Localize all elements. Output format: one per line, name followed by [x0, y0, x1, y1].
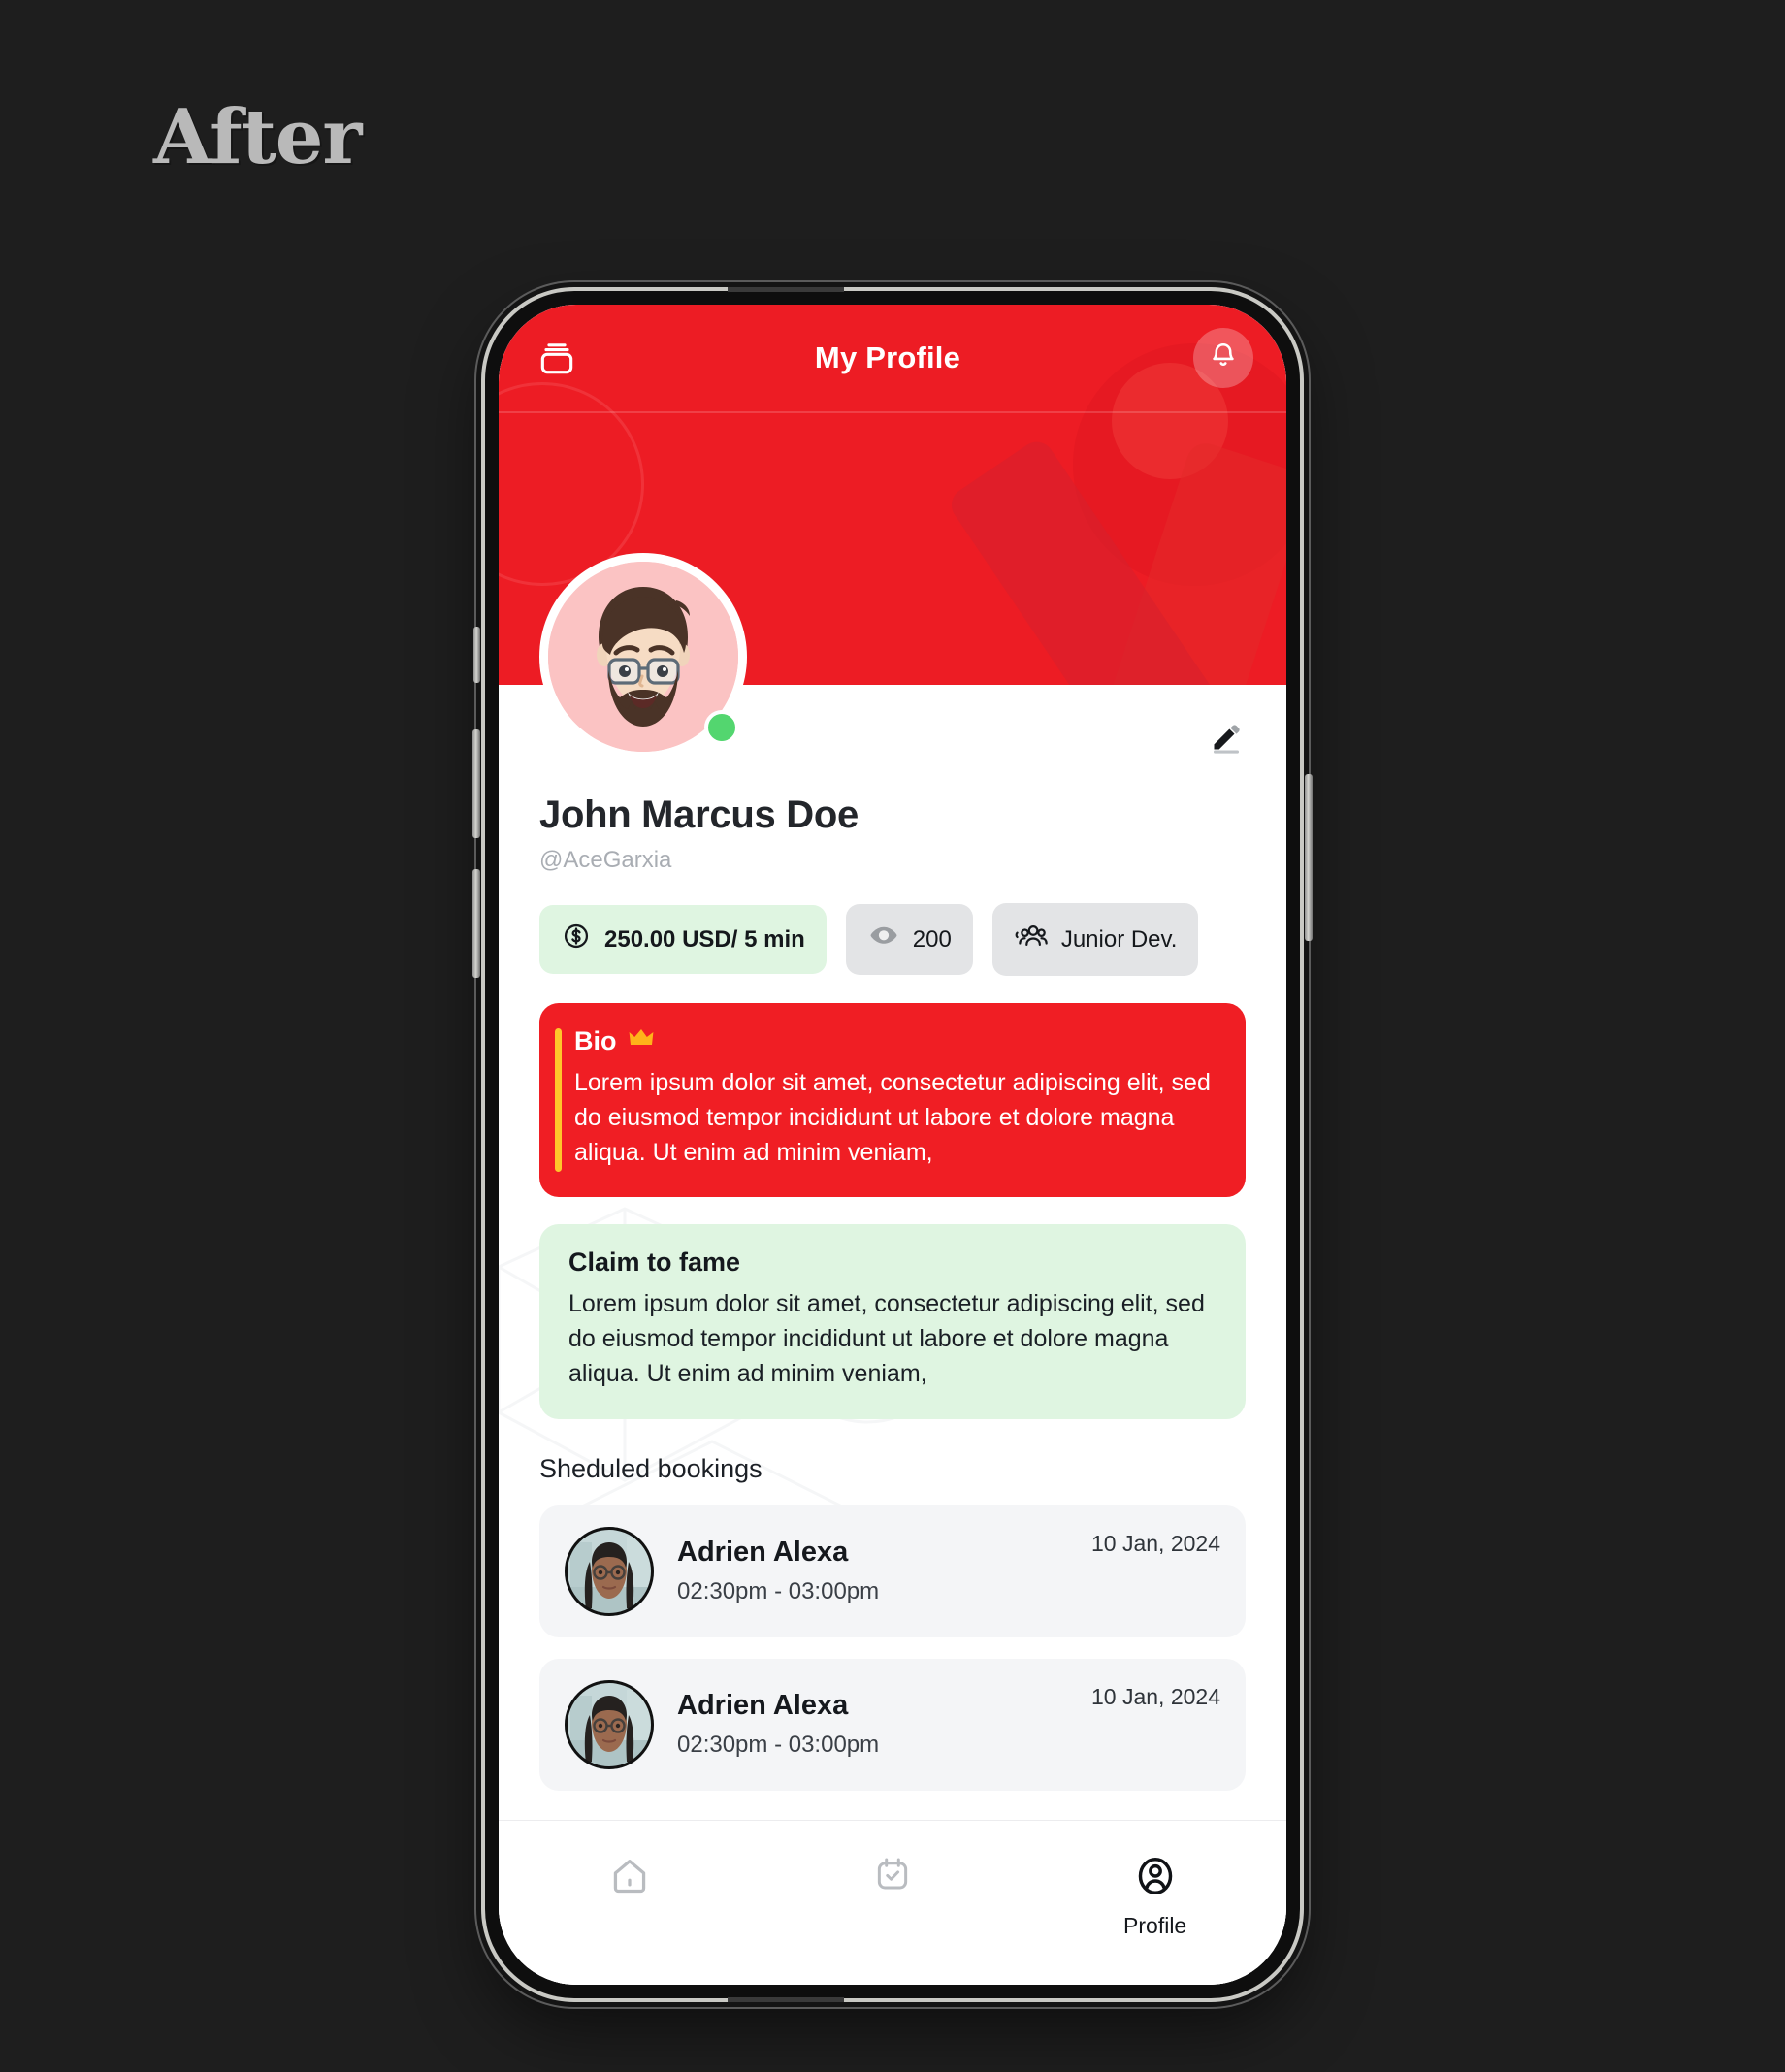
home-icon	[607, 1854, 652, 1903]
profile-body: John Marcus Doe @AceGarxia 250.00 USD/ 5…	[499, 685, 1286, 1985]
pencil-icon[interactable]	[1207, 718, 1246, 761]
booking-row[interactable]: Adrien Alexa 02:30pm - 03:00pm 10 Jan, 2…	[539, 1505, 1246, 1637]
after-caption: After	[153, 93, 362, 181]
profile-handle: @AceGarxia	[539, 847, 672, 873]
eye-icon	[867, 920, 900, 959]
claim-to-fame-text: Lorem ipsum dolor sit amet, consectetur …	[568, 1290, 1205, 1387]
crown-icon	[629, 1027, 654, 1055]
card-stack-icon[interactable]	[532, 333, 582, 383]
booking-name: Adrien Alexa	[677, 1690, 849, 1721]
page-title: My Profile	[814, 340, 961, 374]
page-canvas: After My Profile John Marcus Doe @AceGar…	[0, 0, 1785, 2072]
booking-row[interactable]: Adrien Alexa 02:30pm - 03:00pm 10 Jan, 2…	[539, 1658, 1246, 1791]
bottom-navigation: Profile	[499, 1820, 1286, 1985]
nav-item-profile[interactable]: Profile	[1068, 1854, 1243, 1939]
volume-down-button[interactable]	[472, 869, 480, 978]
booking-date: 10 Jan, 2024	[1090, 1530, 1220, 1556]
avatar[interactable]	[539, 553, 747, 761]
bio-card-text: Lorem ipsum dolor sit amet, consectetur …	[574, 1069, 1211, 1166]
profile-name: John Marcus Doe	[539, 793, 859, 836]
top-app-bar: My Profile	[499, 305, 1286, 411]
scheduled-bookings-title: Sheduled bookings	[539, 1453, 763, 1483]
nav-item-home[interactable]	[542, 1854, 717, 1913]
booking-date: 10 Jan, 2024	[1090, 1683, 1220, 1709]
claim-to-fame-card: Claim to fame Lorem ipsum dolor sit amet…	[539, 1224, 1246, 1419]
booking-time: 02:30pm - 03:00pm	[677, 1578, 880, 1604]
frame-antenna-line-bottom	[728, 1997, 844, 2002]
frame-antenna-line-top	[728, 287, 844, 292]
bio-card: Bio Lorem ipsum dolor sit amet, consecte…	[539, 1003, 1246, 1198]
rate-chip[interactable]: 250.00 USD/ 5 min	[539, 905, 827, 974]
nav-label-profile: Profile	[1123, 1913, 1187, 1938]
app-root: My Profile John Marcus Doe @AceGarxia 25…	[499, 305, 1286, 1985]
views-chip-label: 200	[912, 925, 952, 953]
phone-screen: My Profile John Marcus Doe @AceGarxia 25…	[499, 305, 1286, 1985]
notification-bell-button[interactable]	[1193, 328, 1253, 388]
header-divider	[499, 411, 1286, 413]
profile-stats-chips: 250.00 USD/ 5 min 200 Junior Dev.	[539, 903, 1246, 976]
bio-card-title: Bio	[574, 1026, 1220, 1056]
phone-mockup: My Profile John Marcus Doe @AceGarxia 25…	[472, 287, 1313, 2002]
role-chip[interactable]: Junior Dev.	[991, 903, 1199, 976]
calendar-check-icon	[872, 1854, 913, 1899]
users-group-icon	[1014, 919, 1049, 960]
booking-info: Adrien Alexa 02:30pm - 03:00pm	[677, 1537, 1068, 1605]
power-button[interactable]	[1305, 774, 1313, 941]
bio-card-title-text: Bio	[574, 1026, 617, 1055]
role-chip-label: Junior Dev.	[1060, 925, 1178, 953]
volume-up-button[interactable]	[472, 729, 480, 838]
booking-avatar	[565, 1679, 654, 1769]
person-circle-icon	[1133, 1854, 1178, 1903]
bell-icon	[1208, 340, 1239, 376]
silent-switch[interactable]	[473, 627, 480, 683]
booking-avatar	[565, 1526, 654, 1616]
booking-info: Adrien Alexa 02:30pm - 03:00pm	[677, 1690, 1068, 1759]
booking-time: 02:30pm - 03:00pm	[677, 1732, 880, 1758]
booking-name: Adrien Alexa	[677, 1537, 849, 1568]
views-chip[interactable]: 200	[845, 904, 973, 975]
online-status-indicator	[704, 710, 739, 745]
nav-item-bookings[interactable]	[805, 1854, 980, 1909]
rate-chip-label: 250.00 USD/ 5 min	[604, 925, 805, 953]
claim-to-fame-title: Claim to fame	[568, 1247, 741, 1278]
dollar-circle-icon	[561, 921, 592, 958]
